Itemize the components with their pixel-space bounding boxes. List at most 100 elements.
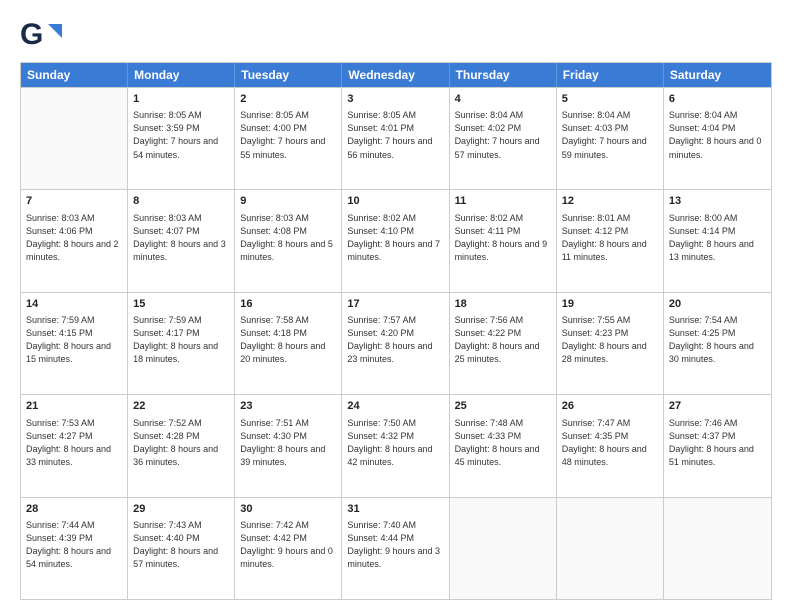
calendar-cell: 22Sunrise: 7:52 AM Sunset: 4:28 PM Dayli…	[128, 395, 235, 496]
day-number: 27	[669, 399, 766, 414]
calendar-row-1: 7 Sunrise: 8:03 AM Sunset: 4:06 PM Daylig…	[21, 189, 771, 291]
calendar-cell	[21, 88, 128, 189]
sun-info: Sunrise: 7:52 AM Sunset: 4:28 PM Dayligh…	[133, 417, 229, 469]
sun-info: Sunrise: 7:47 AM Sunset: 4:35 PM Dayligh…	[562, 417, 658, 469]
day-number: 6	[669, 92, 766, 107]
header-day-thursday: Thursday	[450, 63, 557, 87]
sun-info: Sunrise: 8:03 AM Sunset: 4:06 PM Dayligh…	[26, 212, 122, 264]
day-number: 5	[562, 92, 658, 107]
header-day-tuesday: Tuesday	[235, 63, 342, 87]
sun-info: Sunrise: 8:04 AM Sunset: 4:04 PM Dayligh…	[669, 109, 766, 161]
calendar-cell: 5Sunrise: 8:04 AM Sunset: 4:03 PM Daylig…	[557, 88, 664, 189]
sun-info: Sunrise: 8:02 AM Sunset: 4:11 PM Dayligh…	[455, 212, 551, 264]
calendar-cell: 11 Sunrise: 8:02 AM Sunset: 4:11 PM Dayli…	[450, 190, 557, 291]
sun-info: Sunrise: 7:48 AM Sunset: 4:33 PM Dayligh…	[455, 417, 551, 469]
day-number: 29	[133, 502, 229, 517]
day-number: 2	[240, 92, 336, 107]
day-number: 28	[26, 502, 122, 517]
day-number: 1	[133, 92, 229, 107]
header: G	[20, 16, 772, 54]
sun-info: Sunrise: 7:59 AM Sunset: 4:17 PM Dayligh…	[133, 314, 229, 366]
calendar-cell: 21 Sunrise: 7:53 AM Sunset: 4:27 PM Dayli…	[21, 395, 128, 496]
sun-info: Sunrise: 7:57 AM Sunset: 4:20 PM Dayligh…	[347, 314, 443, 366]
day-number: 26	[562, 399, 658, 414]
header-day-saturday: Saturday	[664, 63, 771, 87]
sun-info: Sunrise: 8:05 AM Sunset: 4:00 PM Dayligh…	[240, 109, 336, 161]
sun-info: Sunrise: 7:55 AM Sunset: 4:23 PM Dayligh…	[562, 314, 658, 366]
calendar-cell: 12 Sunrise: 8:01 AM Sunset: 4:12 PM Dayli…	[557, 190, 664, 291]
calendar-cell: 17 Sunrise: 7:57 AM Sunset: 4:20 PM Dayli…	[342, 293, 449, 394]
calendar-cell: 13 Sunrise: 8:00 AM Sunset: 4:14 PM Dayli…	[664, 190, 771, 291]
calendar-cell: 23Sunrise: 7:51 AM Sunset: 4:30 PM Dayli…	[235, 395, 342, 496]
header-day-friday: Friday	[557, 63, 664, 87]
sun-info: Sunrise: 8:03 AM Sunset: 4:07 PM Dayligh…	[133, 212, 229, 264]
sun-info: Sunrise: 7:53 AM Sunset: 4:27 PM Dayligh…	[26, 417, 122, 469]
calendar-body: 1Sunrise: 8:05 AM Sunset: 3:59 PM Daylig…	[21, 87, 771, 599]
calendar-cell: 19 Sunrise: 7:55 AM Sunset: 4:23 PM Dayli…	[557, 293, 664, 394]
calendar-cell: 26 Sunrise: 7:47 AM Sunset: 4:35 PM Dayli…	[557, 395, 664, 496]
calendar-cell: 25 Sunrise: 7:48 AM Sunset: 4:33 PM Dayli…	[450, 395, 557, 496]
header-day-wednesday: Wednesday	[342, 63, 449, 87]
sun-info: Sunrise: 7:59 AM Sunset: 4:15 PM Dayligh…	[26, 314, 122, 366]
sun-info: Sunrise: 7:54 AM Sunset: 4:25 PM Dayligh…	[669, 314, 766, 366]
calendar-cell: 6 Sunrise: 8:04 AM Sunset: 4:04 PM Daylig…	[664, 88, 771, 189]
day-number: 17	[347, 297, 443, 312]
calendar-cell: 30 Sunrise: 7:42 AM Sunset: 4:42 PM Dayli…	[235, 498, 342, 599]
calendar-cell: 9 Sunrise: 8:03 AM Sunset: 4:08 PM Daylig…	[235, 190, 342, 291]
day-number: 13	[669, 194, 766, 209]
day-number: 19	[562, 297, 658, 312]
day-number: 7	[26, 194, 122, 209]
header-day-monday: Monday	[128, 63, 235, 87]
day-number: 31	[347, 502, 443, 517]
calendar-row-4: 28 Sunrise: 7:44 AM Sunset: 4:39 PM Dayli…	[21, 497, 771, 599]
calendar-cell: 27Sunrise: 7:46 AM Sunset: 4:37 PM Dayli…	[664, 395, 771, 496]
sun-info: Sunrise: 7:43 AM Sunset: 4:40 PM Dayligh…	[133, 519, 229, 571]
sun-info: Sunrise: 7:50 AM Sunset: 4:32 PM Dayligh…	[347, 417, 443, 469]
day-number: 16	[240, 297, 336, 312]
day-number: 4	[455, 92, 551, 107]
svg-text:G: G	[20, 18, 43, 51]
day-number: 18	[455, 297, 551, 312]
sun-info: Sunrise: 7:42 AM Sunset: 4:42 PM Dayligh…	[240, 519, 336, 571]
logo-icon: G	[20, 16, 62, 54]
calendar-cell: 16Sunrise: 7:58 AM Sunset: 4:18 PM Dayli…	[235, 293, 342, 394]
day-number: 20	[669, 297, 766, 312]
day-number: 21	[26, 399, 122, 414]
day-number: 25	[455, 399, 551, 414]
calendar-cell: 4Sunrise: 8:04 AM Sunset: 4:02 PM Daylig…	[450, 88, 557, 189]
calendar-cell: 8Sunrise: 8:03 AM Sunset: 4:07 PM Daylig…	[128, 190, 235, 291]
day-number: 11	[455, 194, 551, 209]
sun-info: Sunrise: 7:40 AM Sunset: 4:44 PM Dayligh…	[347, 519, 443, 571]
calendar-cell: 29 Sunrise: 7:43 AM Sunset: 4:40 PM Dayli…	[128, 498, 235, 599]
calendar-cell: 20 Sunrise: 7:54 AM Sunset: 4:25 PM Dayli…	[664, 293, 771, 394]
day-number: 9	[240, 194, 336, 209]
calendar-cell: 14 Sunrise: 7:59 AM Sunset: 4:15 PM Dayli…	[21, 293, 128, 394]
day-number: 30	[240, 502, 336, 517]
calendar: SundayMondayTuesdayWednesdayThursdayFrid…	[20, 62, 772, 600]
calendar-cell: 7 Sunrise: 8:03 AM Sunset: 4:06 PM Daylig…	[21, 190, 128, 291]
calendar-cell	[664, 498, 771, 599]
calendar-cell: 24 Sunrise: 7:50 AM Sunset: 4:32 PM Dayli…	[342, 395, 449, 496]
sun-info: Sunrise: 8:01 AM Sunset: 4:12 PM Dayligh…	[562, 212, 658, 264]
sun-info: Sunrise: 7:44 AM Sunset: 4:39 PM Dayligh…	[26, 519, 122, 571]
calendar-cell: 3Sunrise: 8:05 AM Sunset: 4:01 PM Daylig…	[342, 88, 449, 189]
day-number: 14	[26, 297, 122, 312]
sun-info: Sunrise: 8:02 AM Sunset: 4:10 PM Dayligh…	[347, 212, 443, 264]
calendar-cell: 1Sunrise: 8:05 AM Sunset: 3:59 PM Daylig…	[128, 88, 235, 189]
calendar-cell: 18Sunrise: 7:56 AM Sunset: 4:22 PM Dayli…	[450, 293, 557, 394]
calendar-cell: 15Sunrise: 7:59 AM Sunset: 4:17 PM Dayli…	[128, 293, 235, 394]
header-day-sunday: Sunday	[21, 63, 128, 87]
sun-info: Sunrise: 8:03 AM Sunset: 4:08 PM Dayligh…	[240, 212, 336, 264]
calendar-cell: 28 Sunrise: 7:44 AM Sunset: 4:39 PM Dayli…	[21, 498, 128, 599]
logo: G	[20, 16, 64, 54]
day-number: 24	[347, 399, 443, 414]
calendar-row-3: 21 Sunrise: 7:53 AM Sunset: 4:27 PM Dayli…	[21, 394, 771, 496]
calendar-row-0: 1Sunrise: 8:05 AM Sunset: 3:59 PM Daylig…	[21, 87, 771, 189]
calendar-cell	[450, 498, 557, 599]
sun-info: Sunrise: 8:00 AM Sunset: 4:14 PM Dayligh…	[669, 212, 766, 264]
calendar-cell: 10Sunrise: 8:02 AM Sunset: 4:10 PM Dayli…	[342, 190, 449, 291]
page: G SundayMondayTuesdayWednesdayThursdayFr…	[0, 0, 792, 612]
sun-info: Sunrise: 8:05 AM Sunset: 4:01 PM Dayligh…	[347, 109, 443, 161]
day-number: 12	[562, 194, 658, 209]
calendar-cell: 31 Sunrise: 7:40 AM Sunset: 4:44 PM Dayli…	[342, 498, 449, 599]
